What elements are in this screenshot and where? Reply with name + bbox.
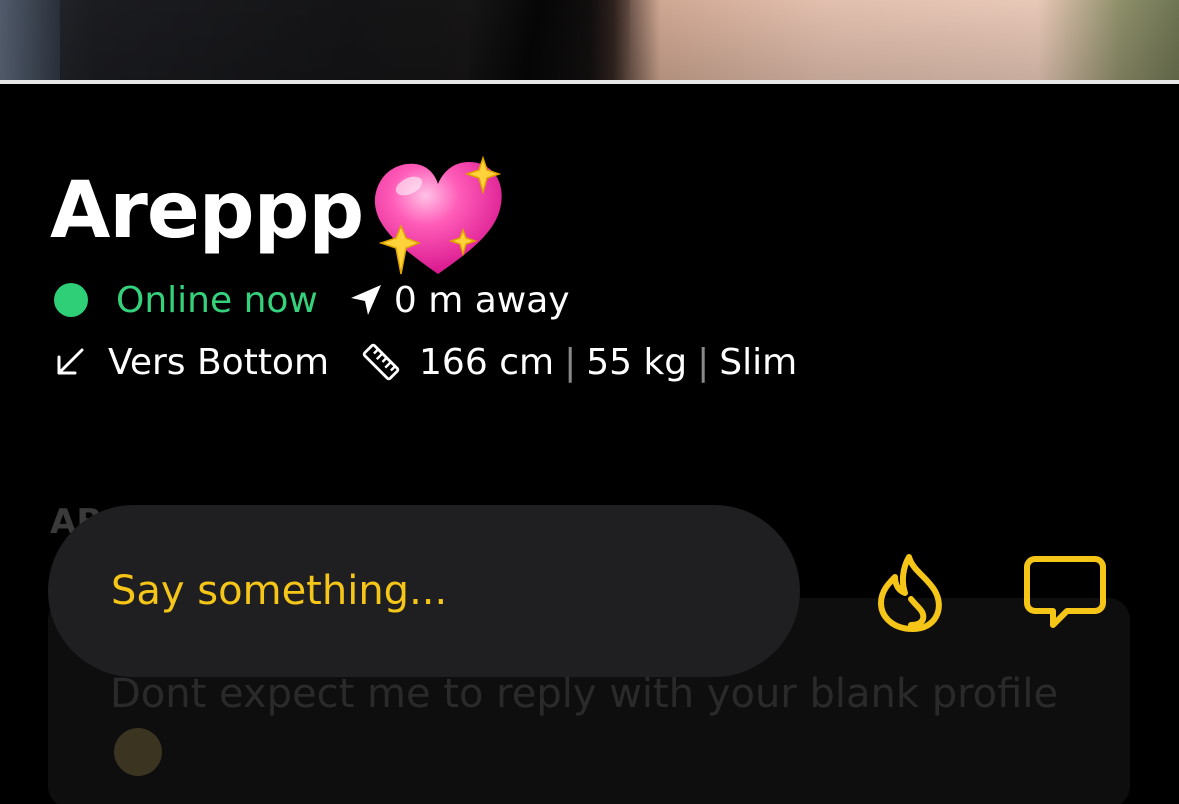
status-row: Online now 0 m away (54, 278, 570, 322)
message-input-placeholder: Say something... (111, 568, 448, 614)
ruler-icon (362, 343, 400, 381)
tap-button[interactable] (865, 548, 955, 638)
name-row: Areppp (50, 148, 506, 275)
profile-screen: Areppp Online now 0 m away Vers Bottom 1… (0, 0, 1179, 804)
distance-text: 0 m away (393, 279, 570, 321)
stats-row: Vers Bottom 166 cm | 55 kg | Slim (54, 340, 797, 384)
separator: | (697, 341, 710, 383)
message-input[interactable]: Say something... (48, 505, 800, 677)
location-arrow-icon (350, 285, 381, 315)
height-text: 166 cm (419, 341, 555, 383)
online-dot-icon (54, 283, 88, 317)
photo-shade (0, 0, 60, 84)
weight-text: 55 kg (586, 341, 688, 383)
position-text: Vers Bottom (108, 341, 330, 383)
flame-icon (878, 554, 942, 632)
grimacing-emoji-icon (114, 728, 162, 776)
body-type-text: Slim (719, 341, 798, 383)
chat-button[interactable] (1020, 548, 1110, 638)
sparkling-heart-emoji (375, 156, 502, 275)
profile-photo[interactable] (0, 0, 1179, 84)
online-status: Online now (116, 279, 318, 321)
about-text: Dont expect me to reply with your blank … (110, 666, 1090, 778)
arrow-down-left-icon (57, 348, 84, 375)
chat-bubble-icon (1024, 556, 1106, 628)
separator: | (564, 341, 577, 383)
photo-fold (470, 0, 630, 84)
profile-name: Areppp (50, 165, 364, 256)
about-body: Dont expect me to reply with your blank … (110, 671, 1059, 717)
